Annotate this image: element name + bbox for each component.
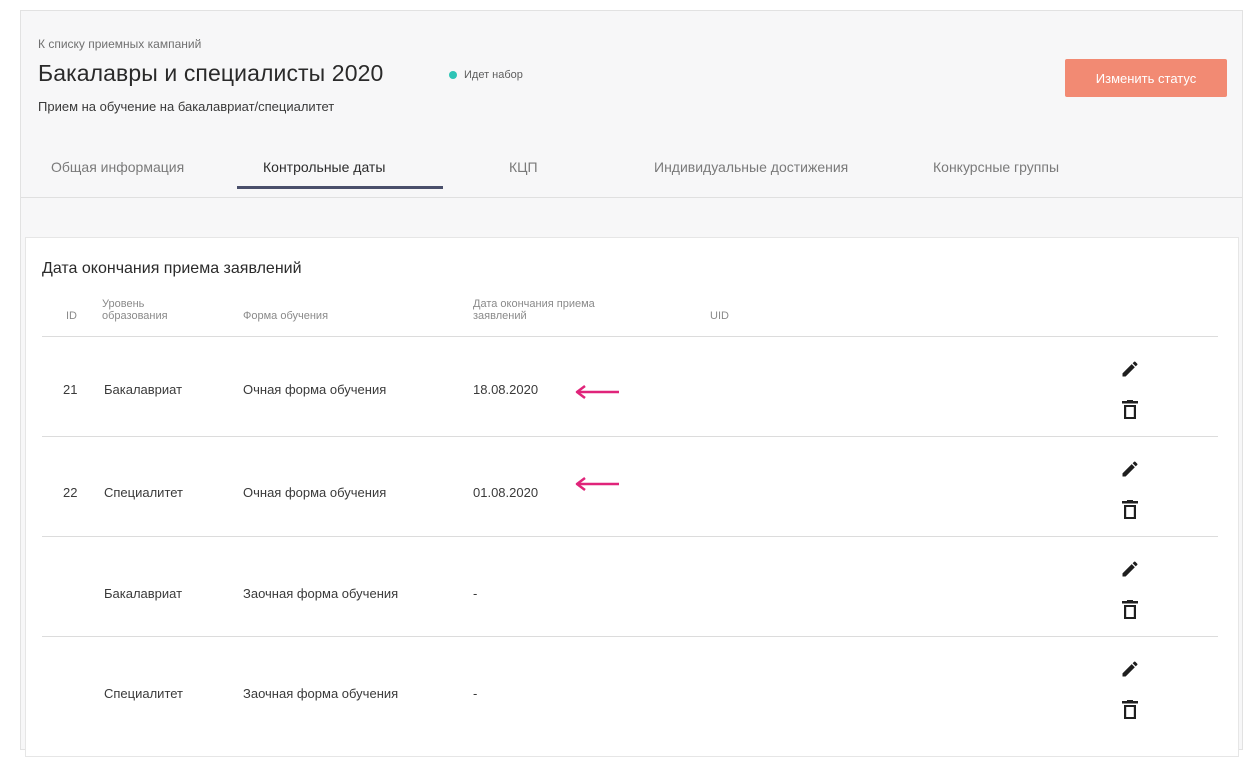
column-header-level-line2: образования xyxy=(102,310,168,322)
tab-achievements[interactable]: Индивидуальные достижения xyxy=(654,159,848,175)
column-header-level-line1: Уровень xyxy=(102,298,145,310)
column-header-form: Форма обучения xyxy=(243,310,329,322)
trash-icon[interactable] xyxy=(1122,500,1138,520)
arrow-left-icon xyxy=(575,385,619,399)
section-title: Дата окончания приема заявлений xyxy=(42,260,302,277)
tab-control-dates[interactable]: Контрольные даты xyxy=(263,159,385,175)
row-date: - xyxy=(473,586,478,601)
active-tab-indicator xyxy=(237,186,443,189)
page-header: К списку приемных кампаний Бакалавры и с… xyxy=(21,11,1242,211)
tab-bar: Общая информация Контрольные даты КЦП Ин… xyxy=(21,147,1242,198)
table-row: 22 Специалитет Очная форма обучения 01.0… xyxy=(42,437,1218,537)
row-date: 18.08.2020 xyxy=(473,382,539,397)
tab-kcp[interactable]: КЦП xyxy=(509,159,538,175)
trash-icon[interactable] xyxy=(1122,700,1138,720)
row-form: Очная форма обучения xyxy=(243,485,387,500)
change-status-button[interactable]: Изменить статус xyxy=(1065,59,1227,97)
row-level: Бакалавриат xyxy=(104,586,183,601)
trash-icon[interactable] xyxy=(1122,600,1138,620)
row-level: Специалитет xyxy=(104,686,184,701)
column-header-id: ID xyxy=(66,310,77,322)
status-dot-icon xyxy=(449,71,457,79)
pencil-icon[interactable] xyxy=(1120,459,1140,479)
row-date: 01.08.2020 xyxy=(473,485,539,500)
column-header-date-line2: заявлений xyxy=(473,310,527,322)
back-to-campaigns-link[interactable]: К списку приемных кампаний xyxy=(38,37,201,51)
row-form: Заочная форма обучения xyxy=(243,686,399,701)
page-subtitle: Прием на обучение на бакалавриат/специал… xyxy=(38,99,335,114)
row-level: Специалитет xyxy=(104,485,184,500)
page-title: Бакалавры и специалисты 2020 xyxy=(38,60,384,86)
status-label: Идет набор xyxy=(464,69,523,81)
pencil-icon[interactable] xyxy=(1120,659,1140,679)
table-row: Специалитет Заочная форма обучения - xyxy=(42,637,1218,737)
row-id: 21 xyxy=(63,382,78,397)
tab-general-info[interactable]: Общая информация xyxy=(51,159,184,175)
row-form: Очная форма обучения xyxy=(243,382,387,397)
tab-competition-groups[interactable]: Конкурсные группы xyxy=(933,159,1059,175)
table-row: 21 Бакалавриат Очная форма обучения 18.0… xyxy=(42,337,1218,437)
column-header-level: Уровень образования xyxy=(102,298,168,322)
table-row: Бакалавриат Заочная форма обучения - xyxy=(42,537,1218,637)
row-id: 22 xyxy=(63,485,78,500)
arrow-left-icon xyxy=(575,477,619,491)
status-badge: Идет набор xyxy=(449,69,523,81)
control-dates-card: Дата окончания приема заявлений ID Урове… xyxy=(25,237,1239,757)
pencil-icon[interactable] xyxy=(1120,359,1140,379)
row-level: Бакалавриат xyxy=(104,382,183,397)
row-form: Заочная форма обучения xyxy=(243,586,399,601)
app-frame: К списку приемных кампаний Бакалавры и с… xyxy=(20,10,1243,757)
column-header-date-line1: Дата окончания приема xyxy=(473,298,595,310)
column-header-date: Дата окончания приема заявлений xyxy=(473,298,595,322)
pencil-icon[interactable] xyxy=(1120,559,1140,579)
trash-icon[interactable] xyxy=(1122,400,1138,420)
row-date: - xyxy=(473,686,478,701)
column-header-uid: UID xyxy=(710,310,729,322)
